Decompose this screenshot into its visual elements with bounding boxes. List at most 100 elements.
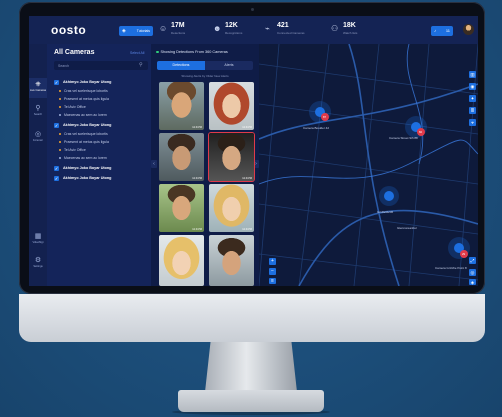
nav-forensic[interactable]: ◎ Forensic xyxy=(29,128,47,148)
pin-count: 29 xyxy=(462,252,466,256)
eye-tool-button[interactable]: ◉ xyxy=(469,83,476,90)
camera-location[interactable]: Cras vel scelerisque lobortis xyxy=(59,87,147,95)
nav-search[interactable]: ⚲ Search xyxy=(29,102,47,122)
camera-group[interactable]: ✓ Akhimyo Joko Boyar Utong xyxy=(54,174,148,182)
status-dot-icon xyxy=(59,98,61,100)
layers-tool-button[interactable]: ≣ xyxy=(469,107,476,114)
chevron-right-icon: › xyxy=(255,161,257,167)
tutorials-button[interactable]: ◈ Tutorials xyxy=(119,26,153,36)
camera-location[interactable]: Tel Aviv Office xyxy=(59,146,147,154)
map-pin[interactable] xyxy=(379,186,399,206)
camera-group[interactable]: ✓ Akhimyo Joko Boyar Utong xyxy=(54,121,148,129)
filter-tool-button[interactable]: ✦ xyxy=(469,95,476,102)
camera-location[interactable]: Praesent at metus quis ligula xyxy=(59,95,147,103)
location-tool-button[interactable]: ⌖ xyxy=(469,119,476,126)
map-pin[interactable] xyxy=(405,116,427,138)
camera-location[interactable]: Maecenas ac sem ac lorem xyxy=(59,111,147,119)
fullscreen-button[interactable]: ⤢ xyxy=(469,257,476,264)
stat-value: 18K xyxy=(343,22,356,29)
map-view[interactable]: 87 82 29 Camera Boulder 42 Camera Street… xyxy=(259,44,478,286)
brand-logo[interactable]: oosto xyxy=(51,23,86,37)
camera-location[interactable]: Cras vel scelerisque lobortis xyxy=(59,130,147,138)
location-label: Cras vel scelerisque lobortis xyxy=(64,89,108,93)
group-label: Akhimyo Joko Boyar Utong xyxy=(63,176,112,180)
face-thumbnail[interactable]: 12:44:56 xyxy=(209,82,254,130)
bar-chart-icon: ▥ xyxy=(470,72,475,77)
location-pin-icon: ⌖ xyxy=(471,120,474,125)
layers-icon: ≣ xyxy=(470,108,475,113)
tab-detections[interactable]: Detections xyxy=(157,61,205,70)
detections-header-text: Showing Detections From 360 Cameras xyxy=(160,50,228,54)
nav-label: VideoMgt xyxy=(32,241,44,244)
pin-label: Camera Street 9th 88 xyxy=(389,136,418,140)
map-place-label: Glennoreanbur xyxy=(397,226,418,230)
monitor-stand-neck xyxy=(205,342,297,392)
camera-group[interactable]: ✓ Akhimyo Joko Boyar Utong xyxy=(54,164,148,172)
cameras-title: All Cameras xyxy=(54,49,95,56)
zoom-in-button[interactable]: + xyxy=(269,258,276,265)
compass-icon: ◈ xyxy=(470,280,475,285)
cctv-camera-icon: ⌁ xyxy=(265,24,270,33)
status-dot-icon xyxy=(59,157,61,159)
map-pin[interactable] xyxy=(448,237,470,259)
select-all-link[interactable]: Select All xyxy=(130,51,144,55)
face-thumbnail[interactable] xyxy=(209,235,254,286)
camera-location[interactable]: Praesent at metus quis ligula xyxy=(59,138,147,146)
nav-label: Forensic xyxy=(33,139,43,142)
nav-live-cameras[interactable]: ⎈ Live Cameras xyxy=(29,78,47,98)
notifications-button[interactable]: ♪ 11 xyxy=(431,26,453,36)
checkbox-checked-icon[interactable]: ✓ xyxy=(54,175,59,181)
thumb-time: 12:44:56 xyxy=(242,126,252,129)
monitor-chin xyxy=(19,294,485,342)
checkbox-checked-icon[interactable]: ✓ xyxy=(54,122,59,128)
face-thumbnail[interactable]: 12:44:56 xyxy=(209,184,254,232)
stat-value: 17M xyxy=(171,22,185,29)
nav-label: Settings xyxy=(33,265,43,268)
thumb-time: 12:44:56 xyxy=(192,177,202,180)
search-icon: ⚲ xyxy=(139,62,143,68)
camera-location[interactable]: Maecenas ac sem ac lorem xyxy=(59,154,147,162)
cameras-panel: All Cameras Select All ⚲ ✓ Akhimyo Joko B… xyxy=(47,44,151,286)
camera-search-input[interactable] xyxy=(54,61,148,70)
tutorials-label: Tutorials xyxy=(136,29,150,33)
filter-icon: ✦ xyxy=(470,96,475,101)
app-screen: oosto ◈ Tutorials ☺ 17M Detections ☻ 12K… xyxy=(29,16,478,286)
stat-value: 12K xyxy=(225,22,238,29)
prev-arrow-button[interactable]: ‹ xyxy=(151,160,157,168)
camera-group[interactable]: ✓ Akhimyo Joko Boyar Utong xyxy=(54,78,148,86)
status-dot-icon xyxy=(59,106,61,108)
map-layers-button[interactable]: ≡ xyxy=(269,278,276,284)
video-icon: ▦ xyxy=(34,233,42,240)
chart-tool-button[interactable]: ▥ xyxy=(469,71,476,78)
face-thumbnail[interactable]: 12:44:56 xyxy=(159,184,204,232)
face-thumbnail[interactable] xyxy=(159,235,204,286)
nav-settings[interactable]: ⚙ Settings xyxy=(29,254,47,274)
status-dot-icon xyxy=(59,141,61,143)
detections-tabs: Detections Alerts xyxy=(157,61,253,70)
thumb-time: 12:44:56 xyxy=(192,126,202,129)
face-thumbnail[interactable]: 12:44:56 xyxy=(159,133,204,181)
detections-header: Showing Detections From 360 Cameras xyxy=(156,50,228,54)
nav-label: Search xyxy=(33,113,43,116)
compass-button[interactable]: ◈ xyxy=(469,279,476,285)
zoom-out-button[interactable]: − xyxy=(269,268,276,275)
status-dot-icon xyxy=(59,114,61,116)
tab-alerts[interactable]: Alerts xyxy=(205,61,253,70)
chevron-left-icon: ‹ xyxy=(153,161,155,167)
checkbox-checked-icon[interactable]: ✓ xyxy=(54,79,59,85)
location-label: Maecenas ac sem ac lorem xyxy=(64,156,107,160)
recenter-button[interactable]: ◎ xyxy=(469,269,476,276)
eye-icon: ◉ xyxy=(470,84,475,89)
map-pin[interactable] xyxy=(309,101,331,123)
user-check-icon: ☻ xyxy=(213,24,222,33)
bell-icon: ♪ xyxy=(434,28,436,33)
pin-label: Camera Grizzlie Point 8 xyxy=(435,266,467,270)
stat-label: Recognitions xyxy=(225,31,243,35)
camera-location[interactable]: Tel Aviv Office xyxy=(59,103,147,111)
detections-subtitle: Showing Alerts by Older New Alerts xyxy=(181,74,229,78)
face-thumbnail[interactable]: 12:44:56 xyxy=(159,82,204,130)
nav-video[interactable]: ▦ VideoMgt xyxy=(29,230,47,250)
face-thumbnail-alert[interactable]: 12:44:56 xyxy=(209,133,254,181)
user-avatar[interactable] xyxy=(463,24,474,35)
checkbox-checked-icon[interactable]: ✓ xyxy=(54,165,59,171)
